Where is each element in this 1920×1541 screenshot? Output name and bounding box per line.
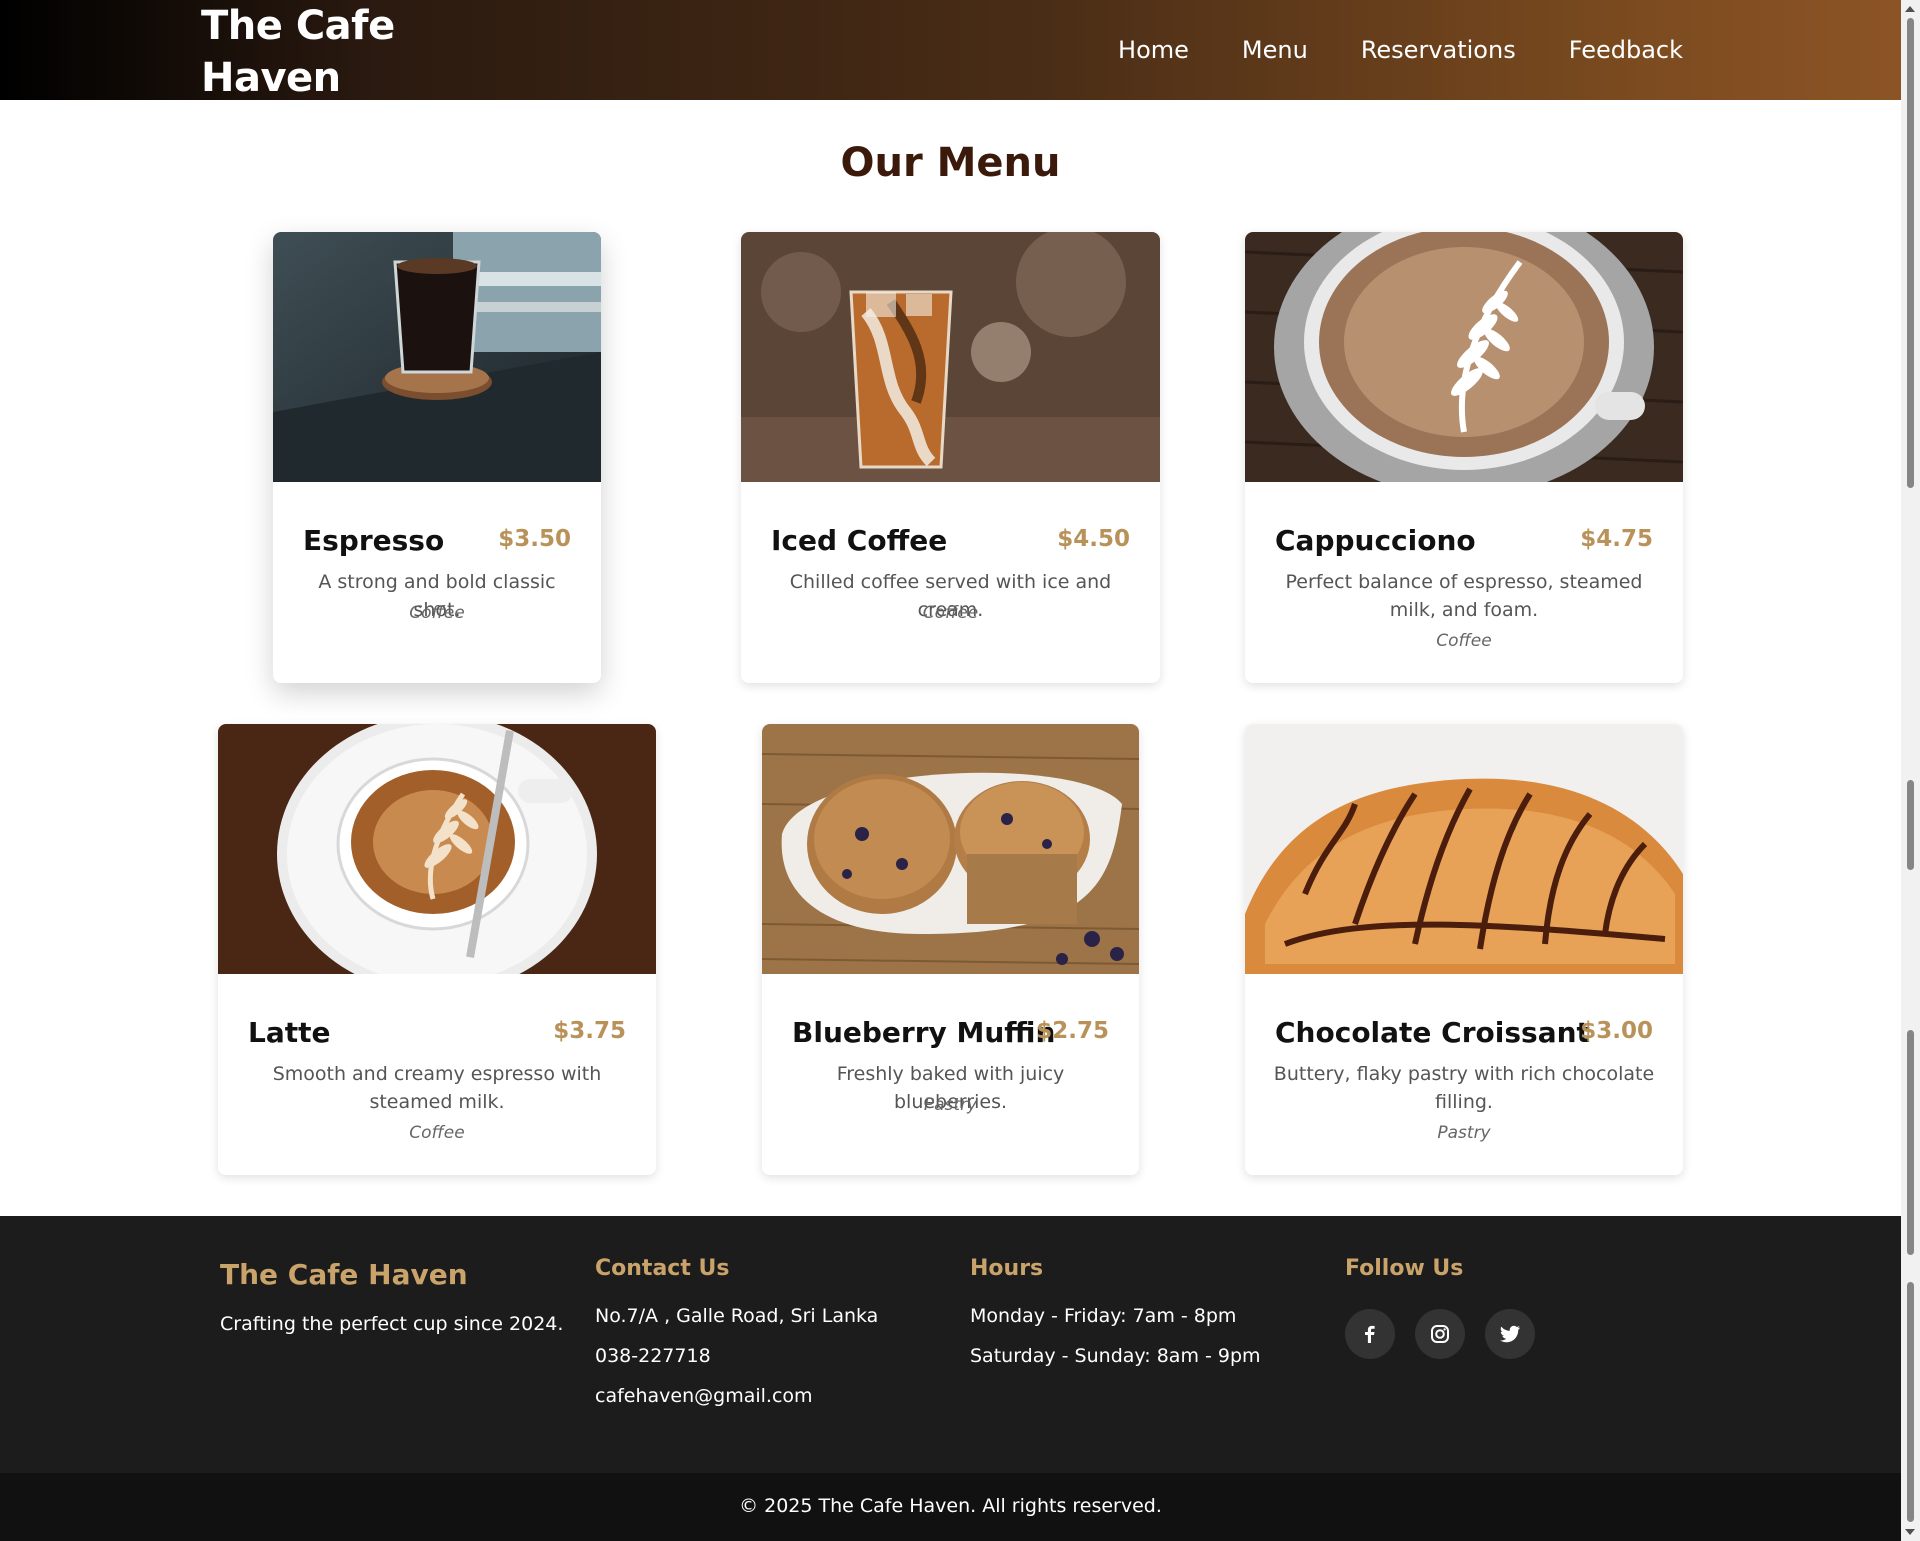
item-name: Cappucciono: [1275, 524, 1476, 557]
footer-brand: The Cafe Haven: [220, 1258, 468, 1291]
item-price: $3.75: [553, 1018, 626, 1044]
item-description: Perfect balance of espresso, steamed mil…: [1285, 571, 1643, 621]
item-category: Pastry: [923, 1095, 978, 1115]
contact-phone[interactable]: 038-227718: [595, 1345, 878, 1367]
item-price: $3.00: [1580, 1018, 1653, 1044]
hours-heading: Hours: [970, 1256, 1044, 1281]
item-name: Blueberry Muffin: [792, 1016, 1056, 1049]
scroll-up-arrow-icon[interactable]: [1905, 6, 1915, 12]
scroll-down-arrow-icon[interactable]: [1905, 1529, 1915, 1535]
item-name: Latte: [248, 1016, 331, 1049]
item-category: Coffee: [409, 1123, 465, 1143]
menu-card-latte[interactable]: Latte $3.75 Smooth and creamy espresso w…: [218, 724, 656, 1175]
twitter-icon[interactable]: [1485, 1309, 1535, 1359]
menu-card-chocolate-croissant[interactable]: Chocolate Croissant $3.00 Buttery, flaky…: [1245, 724, 1683, 1175]
footer-brand-column: The Cafe Haven Crafting the perfect cup …: [220, 1256, 563, 1335]
item-name: Iced Coffee: [771, 524, 948, 557]
nav-menu[interactable]: Menu: [1242, 36, 1308, 64]
nav-home[interactable]: Home: [1118, 36, 1189, 64]
item-name: Espresso: [303, 524, 445, 557]
espresso-image: [273, 232, 601, 482]
facebook-icon[interactable]: [1345, 1309, 1395, 1359]
menu-card-espresso[interactable]: Espresso $3.50 A strong and bold classic…: [273, 232, 601, 683]
nav-feedback[interactable]: Feedback: [1569, 36, 1683, 64]
scrollbar-thumb[interactable]: [1907, 18, 1914, 488]
cappuccino-image: [1245, 232, 1683, 482]
hours-weekdays: Monday - Friday: 7am - 8pm: [970, 1305, 1237, 1327]
item-category: Pastry: [1437, 1123, 1491, 1143]
menu-card-iced-coffee[interactable]: Iced Coffee $4.50 Chilled coffee served …: [741, 232, 1160, 683]
follow-heading: Follow Us: [1345, 1256, 1464, 1281]
menu-card-blueberry-muffin[interactable]: Blueberry Muffin $2.75 Freshly baked wit…: [762, 724, 1139, 1175]
copyright-text: © 2025 The Cafe Haven. All rights reserv…: [739, 1495, 1162, 1517]
item-category: Coffee: [409, 603, 465, 623]
scrollbar-thumb[interactable]: [1907, 1030, 1914, 1255]
site-footer: The Cafe Haven Crafting the perfect cup …: [0, 1216, 1901, 1473]
hours-weekend: Saturday - Sunday: 8am - 9pm: [970, 1345, 1261, 1367]
nav-reservations[interactable]: Reservations: [1361, 36, 1516, 64]
menu-card-cappuccino[interactable]: Cappucciono $4.75 Perfect balance of esp…: [1245, 232, 1683, 683]
footer-bottom-bar: © 2025 The Cafe Haven. All rights reserv…: [0, 1473, 1901, 1541]
contact-heading: Contact Us: [595, 1256, 730, 1281]
main-nav: Home Menu Reservations Feedback: [1118, 0, 1683, 100]
chocolate-croissant-image: [1245, 724, 1683, 974]
page-scrollbar[interactable]: [1901, 0, 1920, 1541]
item-price: $2.75: [1036, 1018, 1109, 1044]
scrollbar-thumb[interactable]: [1907, 1282, 1914, 1522]
item-price: $3.50: [498, 526, 571, 552]
contact-email[interactable]: cafehaven@gmail.com: [595, 1385, 878, 1407]
footer-hours-column: Hours Monday - Friday: 7am - 8pm Saturda…: [970, 1256, 1261, 1367]
item-price: $4.75: [1580, 526, 1653, 552]
iced-coffee-image: [741, 232, 1160, 482]
item-description: Smooth and creamy espresso with steamed …: [272, 1063, 602, 1113]
footer-contact-column: Contact Us No.7/A , Galle Road, Sri Lank…: [595, 1256, 878, 1407]
scrollbar-thumb[interactable]: [1907, 780, 1914, 870]
footer-follow-column: Follow Us: [1345, 1256, 1463, 1281]
latte-image: [218, 724, 656, 974]
blueberry-muffin-image: [762, 724, 1139, 974]
site-logo-text[interactable]: The Cafe Haven: [201, 0, 461, 104]
footer-tagline: Crafting the perfect cup since 2024.: [220, 1313, 564, 1335]
instagram-icon[interactable]: [1415, 1309, 1465, 1359]
site-header: The Cafe Haven Home Menu Reservations Fe…: [0, 0, 1901, 101]
item-category: Coffee: [1436, 631, 1492, 651]
page-title: Our Menu: [840, 140, 1061, 186]
contact-address: No.7/A , Galle Road, Sri Lanka: [595, 1305, 879, 1327]
item-name: Chocolate Croissant: [1275, 1016, 1590, 1049]
item-description: Buttery, flaky pastry with rich chocolat…: [1273, 1063, 1655, 1113]
item-category: Coffee: [922, 603, 979, 623]
item-price: $4.50: [1057, 526, 1130, 552]
